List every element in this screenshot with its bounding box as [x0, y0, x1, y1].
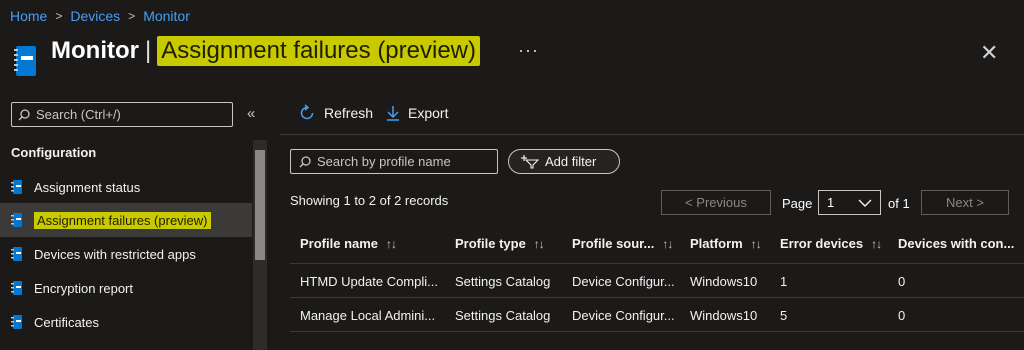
report-book-icon	[11, 247, 22, 261]
previous-button[interactable]: < Previous	[661, 190, 771, 215]
monitor-book-icon	[14, 46, 36, 76]
page-subtitle: Assignment failures (preview)	[157, 36, 480, 66]
table-cell: Windows10	[690, 308, 758, 323]
table-cell: 0	[898, 308, 906, 323]
sort-icon[interactable]: ↑↓	[386, 237, 397, 251]
sidebar-item-assignment-failures[interactable]: Assignment failures (preview)	[0, 203, 252, 237]
table-cell: 0	[898, 274, 906, 289]
column-header-profile-source[interactable]: Profile sour... ↑↓	[572, 236, 673, 251]
breadcrumb-home[interactable]: Home	[10, 8, 47, 24]
table-cell-profile-name-link[interactable]: HTMD Update Compli...	[300, 274, 448, 289]
table-cell: Settings Catalog	[455, 274, 551, 289]
sidebar-scrollbar-thumb[interactable]	[255, 150, 265, 260]
sidebar-item-label: Assignment failures (preview)	[34, 211, 211, 229]
table-row-divider	[290, 297, 1024, 298]
sidebar-item-label: Encryption report	[34, 280, 133, 296]
chevron-right-icon: >	[55, 9, 63, 23]
next-button[interactable]: Next >	[921, 190, 1009, 215]
sidebar-item-label: Certificates	[34, 314, 100, 330]
download-icon	[387, 106, 399, 121]
table-cell: Settings Catalog	[455, 308, 551, 323]
sidebar-item-encryption-report[interactable]: Encryption report	[0, 271, 252, 305]
sidebar-item-label: Devices with restricted apps	[34, 246, 196, 262]
table-row-divider	[290, 331, 1024, 332]
page-label: Page	[782, 196, 813, 211]
collapse-sidebar-icon[interactable]: «	[247, 105, 255, 122]
page-select-value: 1	[827, 195, 835, 210]
column-header-devices-with-conflicts[interactable]: Devices with con...	[898, 236, 1024, 251]
sort-icon[interactable]: ↑↓	[871, 237, 882, 251]
column-header-label: Devices with con...	[898, 236, 1015, 251]
chevron-down-icon	[858, 199, 872, 207]
title-separator: |	[144, 37, 152, 64]
sort-icon[interactable]: ↑↓	[751, 237, 762, 251]
refresh-button[interactable]: Refresh	[298, 104, 373, 122]
column-header-label: Profile sour...	[572, 236, 655, 251]
column-header-label: Platform	[690, 236, 743, 251]
report-book-icon	[11, 180, 22, 194]
report-book-icon	[11, 315, 22, 329]
sidebar-item-assignment-status[interactable]: Assignment status	[0, 170, 252, 204]
table-cell-profile-name-link[interactable]: Manage Local Admini...	[300, 308, 448, 323]
breadcrumb-devices[interactable]: Devices	[70, 8, 120, 24]
sidebar-item-certificates[interactable]: Certificates	[0, 305, 252, 339]
refresh-icon	[300, 104, 314, 120]
page-select[interactable]: 1	[818, 190, 881, 215]
report-book-icon	[11, 213, 22, 227]
column-header-label: Profile name	[300, 236, 379, 251]
column-header-label: Error devices	[780, 236, 864, 251]
search-icon	[299, 155, 311, 167]
sidebar-search-placeholder: Search (Ctrl+/)	[36, 107, 121, 122]
page-count-label: of 1	[888, 196, 910, 211]
export-button[interactable]: Export	[386, 104, 448, 122]
report-book-icon	[11, 281, 22, 295]
breadcrumb-monitor[interactable]: Monitor	[143, 8, 190, 24]
more-options-icon[interactable]: ···	[518, 40, 539, 61]
profile-search-placeholder: Search by profile name	[317, 154, 451, 169]
table-header-divider	[290, 263, 1024, 264]
sidebar-search-input[interactable]: Search (Ctrl+/)	[11, 102, 233, 127]
sidebar-item-label: Assignment status	[34, 179, 141, 195]
sidebar-section-configuration: Configuration	[11, 145, 97, 160]
page-title: Monitor | Assignment failures (preview)	[51, 36, 480, 66]
add-filter-button[interactable]: Add filter	[508, 149, 620, 174]
column-header-label: Profile type	[455, 236, 526, 251]
search-icon	[18, 108, 30, 120]
breadcrumb: Home > Devices > Monitor	[10, 8, 190, 24]
sort-icon[interactable]: ↑↓	[662, 237, 673, 251]
profile-search-input[interactable]: Search by profile name	[290, 149, 498, 174]
records-summary: Showing 1 to 2 of 2 records	[290, 193, 449, 208]
column-header-error-devices[interactable]: Error devices ↑↓	[780, 236, 882, 251]
table-cell: Windows10	[690, 274, 758, 289]
page-title-main: Monitor	[51, 37, 139, 64]
column-header-platform[interactable]: Platform ↑↓	[690, 236, 762, 251]
sidebar-item-devices-restricted-apps[interactable]: Devices with restricted apps	[0, 237, 252, 271]
table-cell: Device Configur...	[572, 274, 675, 289]
refresh-label: Refresh	[324, 105, 374, 121]
column-header-profile-name[interactable]: Profile name ↑↓	[300, 236, 397, 251]
table-cell: Device Configur...	[572, 308, 675, 323]
export-label: Export	[408, 105, 449, 121]
toolbar-divider	[280, 134, 1024, 135]
add-filter-label: Add filter	[545, 154, 597, 169]
add-filter-icon	[521, 154, 539, 169]
column-header-profile-type[interactable]: Profile type ↑↓	[455, 236, 545, 251]
close-icon[interactable]: ✕	[980, 40, 998, 66]
sort-icon[interactable]: ↑↓	[534, 237, 545, 251]
table-cell: 1	[780, 274, 788, 289]
chevron-right-icon: >	[128, 9, 136, 23]
table-cell: 5	[780, 308, 788, 323]
